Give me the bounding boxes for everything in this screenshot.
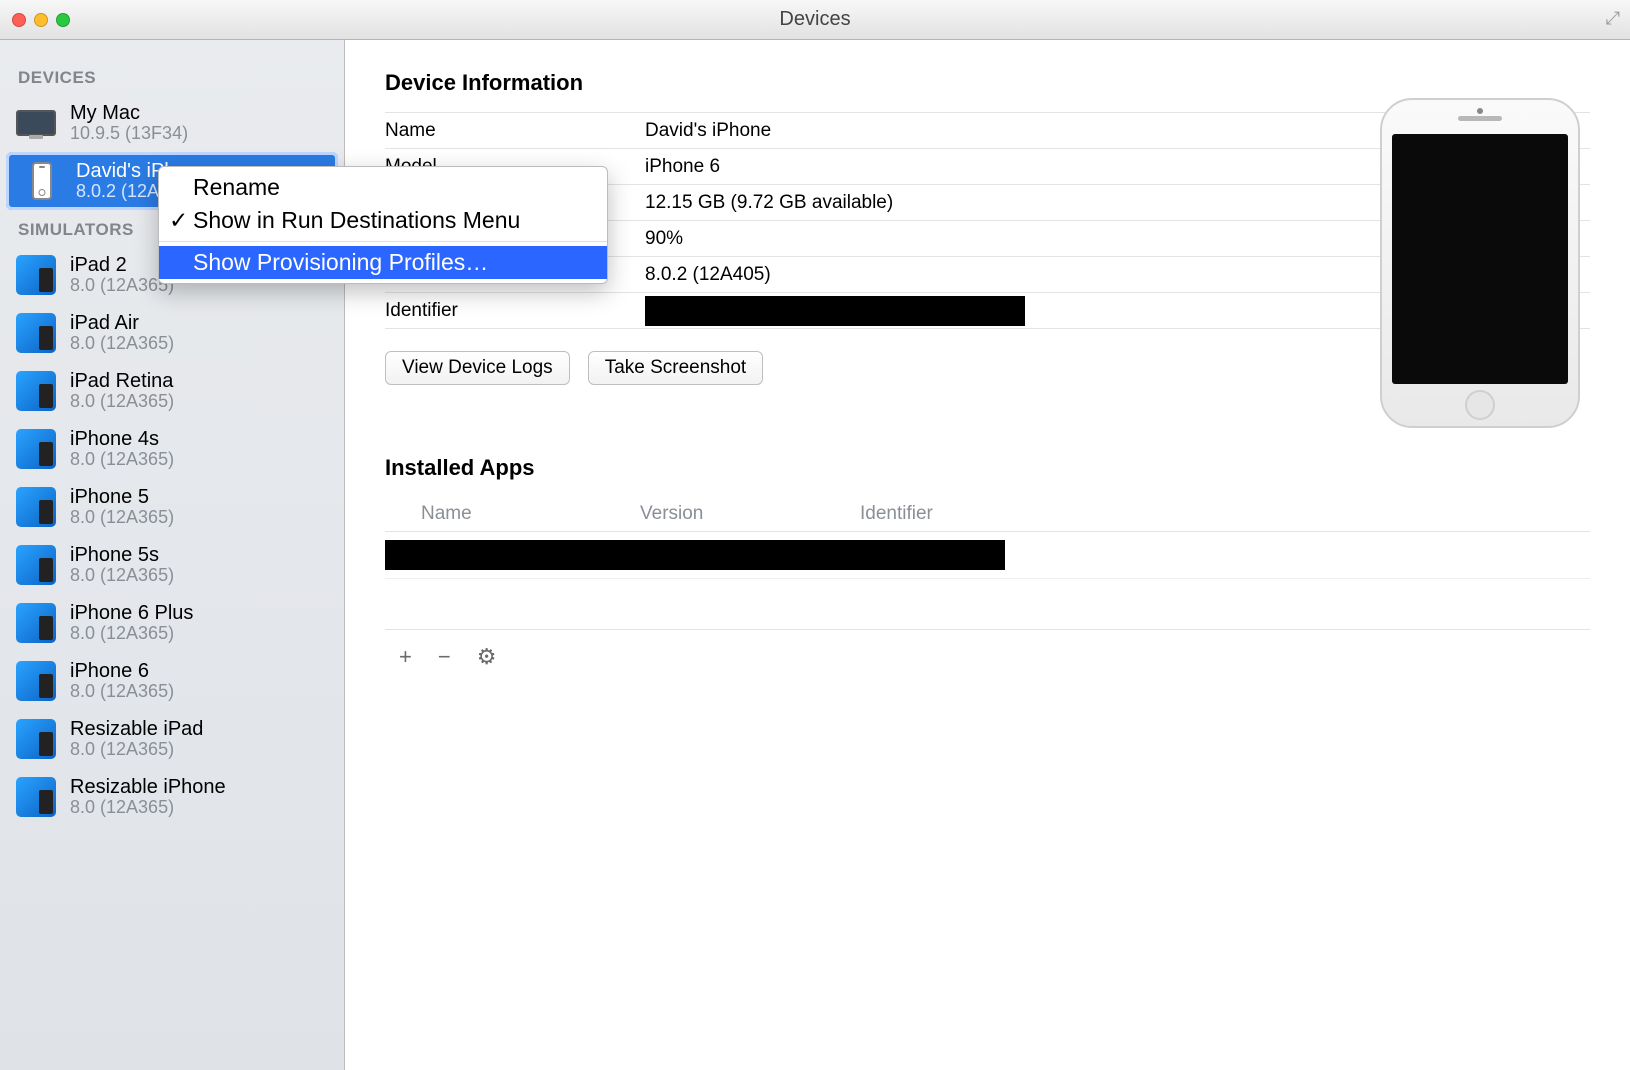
sidebar-item-resizable-ipad[interactable]: Resizable iPad 8.0 (12A365) — [0, 710, 344, 768]
sim-name: iPhone 4s — [70, 428, 174, 450]
window-title: Devices — [779, 8, 850, 31]
sidebar-section-devices: DEVICES — [0, 58, 344, 94]
simulator-icon — [16, 603, 56, 643]
info-key-identifier: Identifier — [385, 300, 645, 322]
menu-separator — [159, 241, 607, 242]
info-val-capacity: 12.15 GB (9.72 GB available) — [645, 192, 893, 214]
sidebar-item-ipad-retina[interactable]: iPad Retina 8.0 (12A365) — [0, 362, 344, 420]
sim-sub: 8.0 (12A365) — [70, 624, 193, 644]
sim-name: iPad Retina — [70, 370, 174, 392]
app-actions-gear-icon[interactable]: ⚙ — [477, 644, 497, 670]
add-app-button[interactable]: + — [399, 644, 412, 670]
sidebar-item-iphone-6-plus[interactable]: iPhone 6 Plus 8.0 (12A365) — [0, 594, 344, 652]
window-zoom-button[interactable] — [56, 13, 70, 27]
simulator-icon — [16, 429, 56, 469]
menu-item-rename[interactable]: Rename — [159, 171, 607, 204]
device-context-menu: Rename Show in Run Destinations Menu Sho… — [158, 166, 608, 284]
sim-sub: 8.0 (12A365) — [70, 508, 174, 528]
sidebar-item-iphone-5s[interactable]: iPhone 5s 8.0 (12A365) — [0, 536, 344, 594]
sim-name: iPad Air — [70, 312, 174, 334]
sim-name: iPhone 6 — [70, 660, 174, 682]
device-sub: 10.9.5 (13F34) — [70, 124, 188, 144]
apps-col-name[interactable]: Name — [385, 503, 640, 525]
sidebar-item-iphone-5[interactable]: iPhone 5 8.0 (12A365) — [0, 478, 344, 536]
sidebar-item-resizable-iphone[interactable]: Resizable iPhone 8.0 (12A365) — [0, 768, 344, 826]
sim-name: Resizable iPad — [70, 718, 203, 740]
mac-icon — [16, 110, 56, 136]
device-info-heading: Device Information — [385, 70, 1590, 96]
fullscreen-icon[interactable]: ⤢ — [1606, 8, 1620, 29]
sim-name: iPhone 5 — [70, 486, 174, 508]
info-val-battery: 90% — [645, 228, 683, 250]
sidebar-item-my-mac[interactable]: My Mac 10.9.5 (13F34) — [0, 94, 344, 152]
simulator-icon — [16, 545, 56, 585]
device-preview-image — [1380, 98, 1580, 428]
info-val-model: iPhone 6 — [645, 156, 720, 178]
sim-sub: 8.0 (12A365) — [70, 566, 174, 586]
sim-sub: 8.0 (12A365) — [70, 334, 174, 354]
apps-col-version[interactable]: Version — [640, 503, 860, 525]
info-key-name: Name — [385, 120, 645, 142]
remove-app-button[interactable]: − — [438, 644, 451, 670]
sim-sub: 8.0 (12A365) — [70, 798, 226, 818]
installed-apps-heading: Installed Apps — [385, 455, 1590, 481]
sim-name: iPhone 6 Plus — [70, 602, 193, 624]
sidebar-item-ipad-air[interactable]: iPad Air 8.0 (12A365) — [0, 304, 344, 362]
sim-sub: 8.0 (12A365) — [70, 682, 174, 702]
simulator-icon — [16, 777, 56, 817]
sidebar-item-iphone-4s[interactable]: iPhone 4s 8.0 (12A365) — [0, 420, 344, 478]
simulator-icon — [16, 487, 56, 527]
simulator-icon — [16, 313, 56, 353]
take-screenshot-button[interactable]: Take Screenshot — [588, 351, 764, 385]
sim-name: Resizable iPhone — [70, 776, 226, 798]
window-minimize-button[interactable] — [34, 13, 48, 27]
sim-name: iPhone 5s — [70, 544, 174, 566]
window-close-button[interactable] — [12, 13, 26, 27]
simulator-icon — [16, 371, 56, 411]
sim-sub: 8.0 (12A365) — [70, 450, 174, 470]
view-device-logs-button[interactable]: View Device Logs — [385, 351, 570, 385]
sim-sub: 8.0 (12A365) — [70, 740, 203, 760]
iphone-icon — [32, 162, 52, 200]
installed-app-row[interactable] — [385, 532, 1590, 579]
info-val-name: David's iPhone — [645, 120, 771, 142]
apps-col-identifier[interactable]: Identifier — [860, 503, 1590, 525]
simulator-icon — [16, 255, 56, 295]
info-val-identifier-redacted — [645, 296, 1025, 326]
sim-sub: 8.0 (12A365) — [70, 392, 174, 412]
sidebar-item-iphone-6[interactable]: iPhone 6 8.0 (12A365) — [0, 652, 344, 710]
device-name: My Mac — [70, 102, 188, 124]
simulator-icon — [16, 719, 56, 759]
window-titlebar: Devices ⤢ — [0, 0, 1630, 40]
menu-item-show-run-destinations[interactable]: Show in Run Destinations Menu — [159, 204, 607, 237]
info-val-ios: 8.0.2 (12A405) — [645, 264, 771, 286]
menu-item-show-provisioning-profiles[interactable]: Show Provisioning Profiles… — [159, 246, 607, 279]
simulator-icon — [16, 661, 56, 701]
installed-app-redacted — [385, 540, 1005, 570]
